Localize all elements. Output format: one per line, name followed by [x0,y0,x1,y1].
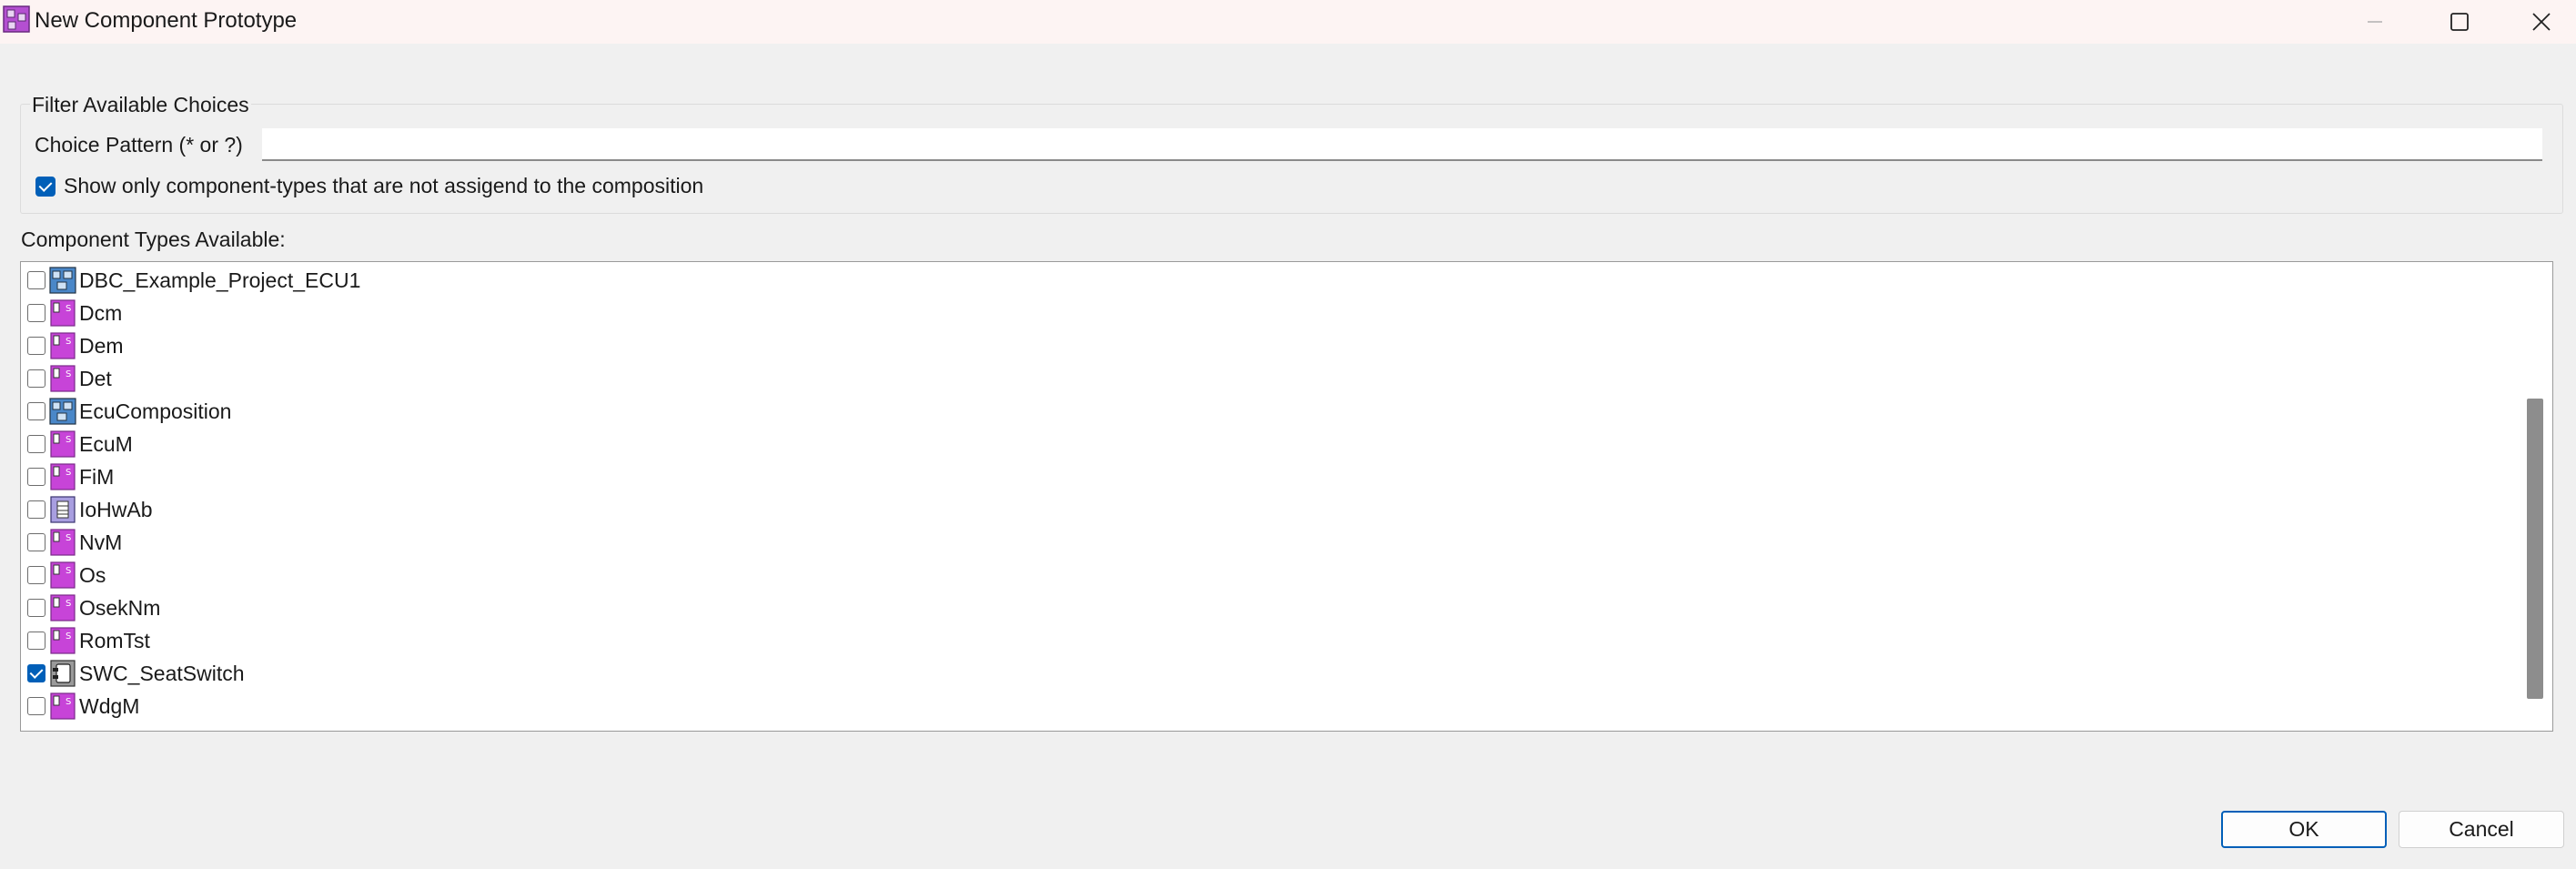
list-item-checkbox[interactable] [27,402,45,420]
svg-text:S: S [66,468,71,478]
list-item-checkbox[interactable] [27,435,45,453]
title-bar: New Component Prototype [0,0,2576,44]
composition-icon [49,267,76,294]
list-item-checkbox[interactable] [27,369,45,388]
list-item-checkbox[interactable] [27,271,45,289]
minimize-icon [2368,21,2382,23]
svg-text:S: S [66,697,71,707]
list-item-label: FiM [79,465,115,489]
svg-text:S: S [66,435,71,445]
list-item-label: Dem [79,334,124,358]
cancel-button[interactable]: Cancel [2399,811,2564,848]
composition-icon [49,398,76,425]
window-title: New Component Prototype [35,8,298,33]
component-types-label: Component Types Available: [21,227,286,251]
list-item-checkbox[interactable] [27,599,45,617]
composition-icon [3,5,30,33]
service-component-icon: S [49,529,76,556]
list-item-checkbox[interactable] [27,337,45,355]
list-scrollbar[interactable] [2521,262,2551,731]
list-item-label: EcuM [79,432,133,456]
list-item[interactable]: S NvM [21,527,2514,560]
filter-group-legend: Filter Available Choices [30,93,251,117]
service-component-icon: S [49,430,76,458]
list-item-checkbox[interactable] [27,533,45,551]
list-item-label: NvM [79,530,123,554]
service-component-icon: S [49,561,76,589]
service-component-icon: S [49,365,76,392]
list-item-checkbox[interactable] [27,304,45,322]
svg-text:S: S [66,533,71,543]
show-only-unassigned-checkbox[interactable] [35,177,56,197]
list-item-label: IoHwAb [79,498,153,521]
list-item-label: WdgM [79,694,140,718]
svg-text:S: S [66,304,71,314]
list-item[interactable]: S RomTst [21,625,2514,658]
list-item[interactable]: IoHwAb [21,494,2514,527]
close-icon [2532,13,2551,31]
list-item[interactable]: S Os [21,560,2514,592]
service-component-icon: S [49,299,76,327]
list-item-checkbox[interactable] [27,632,45,650]
ok-button[interactable]: OK [2221,811,2387,848]
service-component-icon: S [49,692,76,720]
list-item-label: EcuComposition [79,399,232,423]
svg-text:S: S [66,337,71,347]
list-item-checkbox[interactable] [27,500,45,519]
svg-text:S: S [66,566,71,576]
list-item[interactable]: EcuComposition [21,396,2514,429]
list-item[interactable]: S Dem [21,330,2514,363]
list-item[interactable]: SWC_SeatSwitch [21,658,2514,691]
svg-text:S: S [66,632,71,642]
close-button[interactable] [2498,0,2576,44]
list-item-label: Det [79,367,112,390]
show-only-unassigned-label[interactable]: Show only component-types that are not a… [64,174,703,198]
list-item-label: Dcm [79,301,123,325]
maximize-button[interactable] [2416,0,2503,44]
list-item-checkbox[interactable] [27,664,45,682]
list-item[interactable]: DBC_Example_Project_ECU1 [21,265,2514,298]
maximize-icon [2450,13,2469,31]
application-component-icon [49,660,76,687]
list-item[interactable]: S EcuM [21,429,2514,461]
svg-text:S: S [66,369,71,379]
service-component-icon: S [49,332,76,359]
list-item-label: OsekNm [79,596,161,620]
list-item-label: Os [79,563,106,587]
list-item[interactable]: S Det [21,363,2514,396]
list-item-checkbox[interactable] [27,697,45,715]
list-item-label: RomTst [79,629,150,652]
svg-text:S: S [66,599,71,609]
ecu-abstraction-icon [49,496,76,523]
list-item[interactable]: S WdgM [21,691,2514,723]
service-component-icon: S [49,463,76,490]
list-item-checkbox[interactable] [27,566,45,584]
component-types-list[interactable]: DBC_Example_Project_ECU1 S Dcm S Dem S Det EcuC… [20,261,2553,732]
list-item[interactable]: S FiM [21,461,2514,494]
list-item-checkbox[interactable] [27,468,45,486]
list-item[interactable]: S OsekNm [21,592,2514,625]
list-item[interactable]: S Dcm [21,298,2514,330]
list-item-label: DBC_Example_Project_ECU1 [79,268,361,292]
scroll-thumb[interactable] [2527,399,2543,699]
service-component-icon: S [49,594,76,621]
choice-pattern-label: Choice Pattern (* or ?) [35,133,243,157]
minimize-button[interactable] [2331,0,2419,44]
list-item-label: SWC_SeatSwitch [79,662,245,685]
choice-pattern-input[interactable] [262,128,2542,161]
service-component-icon: S [49,627,76,654]
